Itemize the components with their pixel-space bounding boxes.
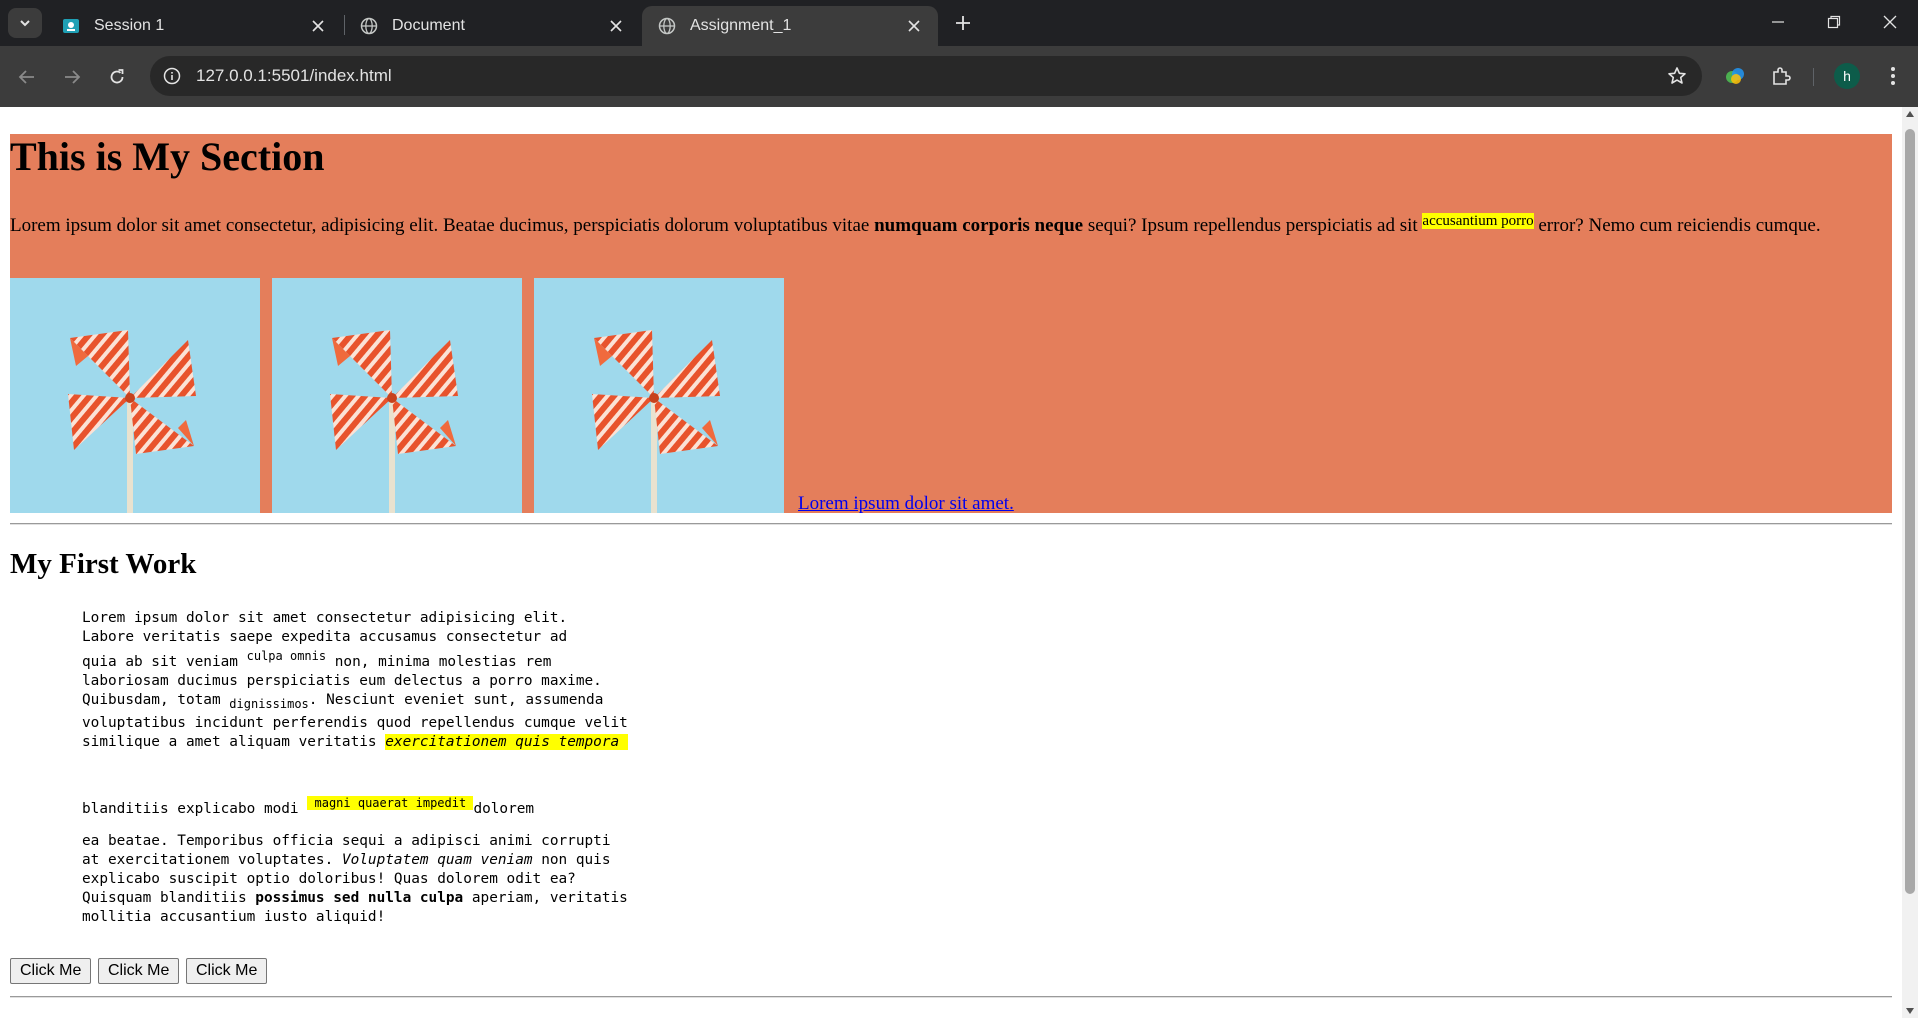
close-tab-icon[interactable] xyxy=(904,16,924,36)
superscript-text: culpa omnis xyxy=(246,649,327,663)
pinwheel-image xyxy=(534,278,784,513)
click-me-button-3[interactable]: Click Me xyxy=(186,958,268,984)
pre-line: laboriosam ducimus perspiciatis eum dele… xyxy=(82,672,602,689)
preformatted-block-2: blanditiis explicabo modi magni quaerat … xyxy=(82,794,534,819)
minimize-icon xyxy=(1772,21,1784,23)
my-section: This is My Section Lorem ipsum dolor sit… xyxy=(10,134,1892,515)
close-tab-icon[interactable] xyxy=(606,16,626,36)
plus-icon xyxy=(956,16,970,30)
pre-line: Quisquam blanditiis xyxy=(82,890,256,906)
vertical-scrollbar[interactable] xyxy=(1902,107,1918,1018)
pre-line: quia ab sit veniam xyxy=(82,653,247,670)
close-window-button[interactable] xyxy=(1870,8,1910,36)
url-text[interactable]: 127.0.0.1:5501/index.html xyxy=(196,66,392,86)
lorem-link[interactable]: Lorem ipsum dolor sit amet. xyxy=(798,493,1014,515)
restore-icon xyxy=(1827,15,1841,29)
address-bar[interactable]: 127.0.0.1:5501/index.html xyxy=(150,56,1702,96)
preformatted-block-3: ea beatae. Temporibus officia sequi a ad… xyxy=(82,832,628,927)
menu-button[interactable] xyxy=(1878,61,1908,91)
pre-line: Lorem ipsum dolor sit amet consectetur a… xyxy=(82,610,568,626)
work-heading: My First Work xyxy=(10,548,197,580)
pre-line: . Nesciunt eveniet sunt, assumenda xyxy=(308,691,604,708)
highlighted-italic-text: exercitationem quis tempora xyxy=(385,733,628,750)
globe-icon xyxy=(658,17,676,35)
tab-strip: Session 1 Document Assignment_1 xyxy=(0,0,1918,46)
highlighted-superscript: accusantium porro xyxy=(1422,213,1534,229)
page-viewport: This is My Section Lorem ipsum dolor sit… xyxy=(0,107,1902,1018)
bold-text: numquam corporis neque xyxy=(874,215,1084,236)
scroll-up-arrow-icon[interactable] xyxy=(1906,111,1914,117)
arrow-right-icon xyxy=(65,70,81,84)
reload-icon xyxy=(110,69,124,84)
horizontal-rule xyxy=(10,523,1892,525)
tab-session-1[interactable]: Session 1 xyxy=(46,6,342,46)
paragraph-text: sequi? Ipsum repellendus perspiciatis ad… xyxy=(1083,215,1423,236)
browser-toolbar: 127.0.0.1:5501/index.html h xyxy=(0,46,1918,107)
pre-line: mollitia accusantium iusto aliquid! xyxy=(82,909,386,925)
pinwheel-image xyxy=(272,278,522,513)
toolbar-divider xyxy=(1813,68,1814,86)
pre-line: non quis xyxy=(532,852,611,868)
minimize-button[interactable] xyxy=(1758,8,1798,36)
close-tab-icon[interactable] xyxy=(308,16,328,36)
pre-line: Quibusdam, totam xyxy=(82,691,230,708)
pre-line: Labore veritatis saepe expedita accusamu… xyxy=(82,629,568,645)
pinwheel-image xyxy=(10,278,260,513)
more-vertical-icon xyxy=(1891,67,1895,85)
chevron-down-icon xyxy=(20,20,30,27)
extension-color-icon[interactable] xyxy=(1720,61,1750,91)
pre-line: ea beatae. Temporibus officia sequi a ad… xyxy=(82,833,611,849)
classroom-icon xyxy=(62,17,80,35)
tab-search-button[interactable] xyxy=(8,8,42,38)
restore-button[interactable] xyxy=(1814,8,1854,36)
new-tab-button[interactable] xyxy=(950,10,976,36)
section-heading: This is My Section xyxy=(10,134,325,179)
forward-button[interactable] xyxy=(57,62,87,92)
site-info-icon[interactable] xyxy=(162,66,182,86)
tab-title: Session 1 xyxy=(94,17,165,34)
highlighted-superscript: magni quaerat impedit xyxy=(307,796,474,810)
click-me-button-1[interactable]: Click Me xyxy=(10,958,92,984)
tab-document[interactable]: Document xyxy=(344,6,640,46)
section-paragraph: Lorem ipsum dolor sit amet consectetur, … xyxy=(10,213,1890,237)
pre-line: similique a amet aliquam veritatis xyxy=(82,733,386,750)
pre-line: blanditiis explicabo modi xyxy=(82,800,308,817)
italic-text: Voluptatem quam veniam xyxy=(341,852,533,868)
close-icon xyxy=(1883,15,1897,29)
horizontal-rule xyxy=(10,996,1892,998)
click-me-button-2[interactable]: Click Me xyxy=(98,958,180,984)
bold-text: possimus sed nulla culpa xyxy=(255,890,464,906)
paragraph-text: Lorem ipsum dolor sit amet consectetur, … xyxy=(10,215,875,236)
tab-title: Assignment_1 xyxy=(690,17,792,34)
pre-line: aperiam, veritatis xyxy=(463,890,628,906)
reload-button[interactable] xyxy=(102,62,132,92)
extensions-puzzle-icon[interactable] xyxy=(1766,61,1796,91)
pre-line: dolorem xyxy=(473,800,535,817)
bookmark-star-icon[interactable] xyxy=(1666,65,1688,87)
arrow-left-icon xyxy=(18,70,34,84)
scrollbar-thumb[interactable] xyxy=(1905,129,1915,894)
tab-assignment-1[interactable]: Assignment_1 xyxy=(642,6,938,46)
globe-icon xyxy=(360,17,378,35)
subscript-text: dignissimos xyxy=(229,696,309,711)
pre-line: explicabo suscipit optio doloribus! Quas… xyxy=(82,871,576,887)
pre-line: voluptatibus incidunt perferendis quod r… xyxy=(82,714,628,731)
paragraph-text: error? Nemo cum reiciendis cumque. xyxy=(1533,215,1821,236)
scroll-down-arrow-icon[interactable] xyxy=(1906,1008,1914,1014)
pre-line: non, minima molestias rem xyxy=(326,653,552,670)
profile-avatar[interactable]: h xyxy=(1834,63,1860,89)
back-button[interactable] xyxy=(12,62,42,92)
pre-line: at exercitationem voluptates. xyxy=(82,852,342,868)
preformatted-block-1: Lorem ipsum dolor sit amet consectetur a… xyxy=(82,609,628,752)
tab-title: Document xyxy=(392,17,465,34)
